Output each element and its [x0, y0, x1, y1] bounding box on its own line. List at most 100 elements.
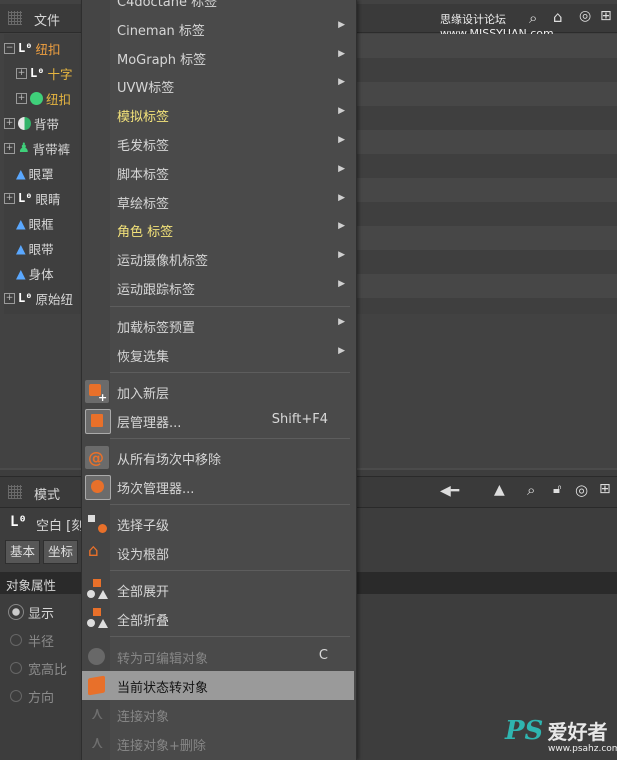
new-panel-icon[interactable]: ⊞	[600, 8, 612, 24]
menu-item-tag-submenu[interactable]: 毛发标签 ▶	[82, 129, 354, 158]
lock-icon[interactable]: 🔓︎	[553, 482, 561, 497]
menu-item-tag-submenu[interactable]: 运动跟踪标签 ▶	[82, 273, 354, 302]
radio-orientation[interactable]	[10, 690, 22, 702]
home-icon[interactable]: ⌂	[553, 8, 563, 26]
prop-label: 方向	[28, 691, 55, 706]
cone-object-icon: ▲	[16, 240, 26, 256]
shortcut-label: Shift+F4	[271, 412, 328, 427]
tree-item-label: 眼睛	[35, 191, 61, 207]
mode-menu[interactable]: 模式	[34, 484, 60, 503]
menu-item-tag-submenu[interactable]: UVW标签 ▶	[82, 71, 354, 100]
menu-separator	[110, 636, 350, 637]
menu-item-label: C4doctane 标签	[117, 0, 218, 10]
prop-label: 宽高比	[28, 663, 68, 678]
section-title: 对象属性	[6, 578, 57, 593]
tree-row[interactable]: + L⁰ 眼睛	[4, 186, 88, 210]
menu-item-label: 恢复选集	[117, 350, 170, 365]
menu-item-connect-delete: ⋏ 连接对象+删除	[82, 729, 354, 758]
menu-separator	[110, 570, 350, 571]
menu-item-expand-all[interactable]: 全部展开	[82, 575, 354, 604]
expand-icon[interactable]: +	[16, 67, 27, 79]
menu-item-add-layer[interactable]: + 加入新层	[82, 377, 354, 406]
menu-item-layer-manager[interactable]: 层管理器... Shift+F4	[82, 406, 354, 435]
menu-separator	[110, 372, 350, 373]
menu-item-label: 全部展开	[117, 585, 170, 600]
menu-item-label: UVW标签	[117, 81, 175, 97]
tree-row[interactable]: − L⁰ 纽扣	[4, 36, 88, 60]
tree-row[interactable]: + ♟ 背带裤	[4, 136, 88, 160]
gear-object-icon	[30, 91, 43, 105]
connect-delete-icon: ⋏	[91, 733, 104, 753]
menu-item-take-manager[interactable]: 场次管理器...	[82, 472, 354, 501]
tab-coordinates[interactable]: 坐标	[43, 540, 79, 564]
submenu-arrow-icon: ▶	[338, 279, 345, 289]
expand-all-icon	[85, 578, 109, 601]
expand-icon[interactable]: +	[4, 292, 15, 304]
menu-item-select-children[interactable]: 选择子级	[82, 509, 354, 538]
menu-item-load-preset[interactable]: 加载标签预置 ▶	[82, 311, 354, 340]
new-panel-icon[interactable]: ⊞	[599, 481, 611, 497]
menu-item-remove-take[interactable]: @ 从所有场次中移除	[82, 443, 354, 472]
menu-item-label: 加入新层	[117, 387, 170, 402]
menu-item-tag-submenu[interactable]: 模拟标签 ▶	[82, 100, 354, 129]
null-object-icon: L⁰	[18, 41, 33, 55]
search-icon[interactable]: ⌕	[527, 481, 535, 499]
menu-item-tag-submenu[interactable]: MoGraph 标签 ▶	[82, 43, 354, 72]
radio-aspect[interactable]	[10, 662, 22, 674]
submenu-arrow-icon: ▶	[338, 106, 345, 117]
tab-basic[interactable]: 基本	[5, 540, 41, 564]
submenu-arrow-icon: ▶	[338, 48, 345, 59]
menu-item-tag-submenu[interactable]: 脚本标签 ▶	[82, 158, 354, 187]
menu-item-current-state-to-object[interactable]: 当前状态转对象	[82, 671, 354, 700]
radio-radius[interactable]	[10, 634, 22, 646]
up-arrow-icon[interactable]: ▲	[494, 482, 505, 498]
menu-item-label: 从所有场次中移除	[117, 453, 222, 468]
submenu-arrow-icon: ▶	[338, 221, 345, 232]
shortcut-label: C	[318, 648, 328, 663]
menu-item-label: 设为根部	[117, 548, 170, 563]
target-icon[interactable]: ◎	[579, 8, 591, 24]
submenu-arrow-icon: ▶	[338, 135, 345, 145]
menu-item-tag-submenu[interactable]: 运动摄像机标签 ▶	[82, 244, 354, 273]
menu-item-tag-submenu[interactable]: C4doctane 标签 ▶	[82, 0, 354, 14]
panel-grip-icon[interactable]	[8, 485, 22, 499]
menu-item-tag-submenu[interactable]: 角色 标签 ▶	[82, 215, 354, 244]
menu-item-label: MoGraph 标签	[117, 52, 207, 68]
prop-label: 半径	[28, 635, 55, 650]
null-object-icon: L⁰	[18, 191, 33, 205]
menu-item-connect: ⋏ 连接对象	[82, 700, 354, 729]
object-rows-area	[354, 34, 617, 314]
menu-item-label: 加载标签预置	[117, 321, 196, 336]
expand-icon[interactable]: +	[4, 192, 15, 204]
figure-object-icon: ♟	[18, 140, 30, 156]
tree-row[interactable]: + 背带	[4, 111, 88, 135]
menu-separator	[110, 306, 350, 307]
prop-label: 显示	[28, 607, 55, 622]
menu-item-restore-selection[interactable]: 恢复选集 ▶	[82, 340, 354, 369]
target-icon[interactable]: ◎	[575, 481, 588, 499]
tree-item-label: 原始纽	[35, 291, 73, 307]
back-arrow-icon[interactable]: ◀━	[440, 483, 459, 499]
search-icon[interactable]: ⌕	[529, 9, 537, 27]
tree-row[interactable]: + L⁰ 原始纽	[4, 286, 88, 310]
tree-item-label: 背带	[34, 116, 60, 132]
radio-display[interactable]	[8, 604, 24, 620]
cone-object-icon: ▲	[16, 215, 26, 231]
expand-icon[interactable]: +	[4, 142, 15, 154]
menu-item-tag-submenu[interactable]: Cineman 标签 ▶	[82, 14, 354, 43]
make-editable-icon	[85, 645, 109, 668]
connect-icon: ⋏	[91, 704, 104, 724]
submenu-arrow-icon: ▶	[338, 192, 345, 203]
menu-item-collapse-all[interactable]: 全部折叠	[82, 604, 354, 633]
submenu-arrow-icon: ▶	[338, 250, 345, 261]
expand-icon[interactable]: +	[4, 117, 15, 129]
collapse-icon[interactable]: −	[4, 42, 15, 54]
menu-item-tag-submenu[interactable]: 草绘标签 ▶	[82, 187, 354, 216]
menu-item-set-root[interactable]: ⌂ 设为根部	[82, 538, 354, 567]
expand-icon[interactable]: +	[16, 92, 27, 104]
menu-item-label: 选择子级	[117, 519, 170, 534]
file-menu[interactable]: 文件	[34, 10, 60, 29]
submenu-arrow-icon: ▶	[338, 163, 345, 174]
tree-item-label: 背带裤	[32, 141, 71, 157]
panel-grip-icon[interactable]	[8, 11, 22, 25]
